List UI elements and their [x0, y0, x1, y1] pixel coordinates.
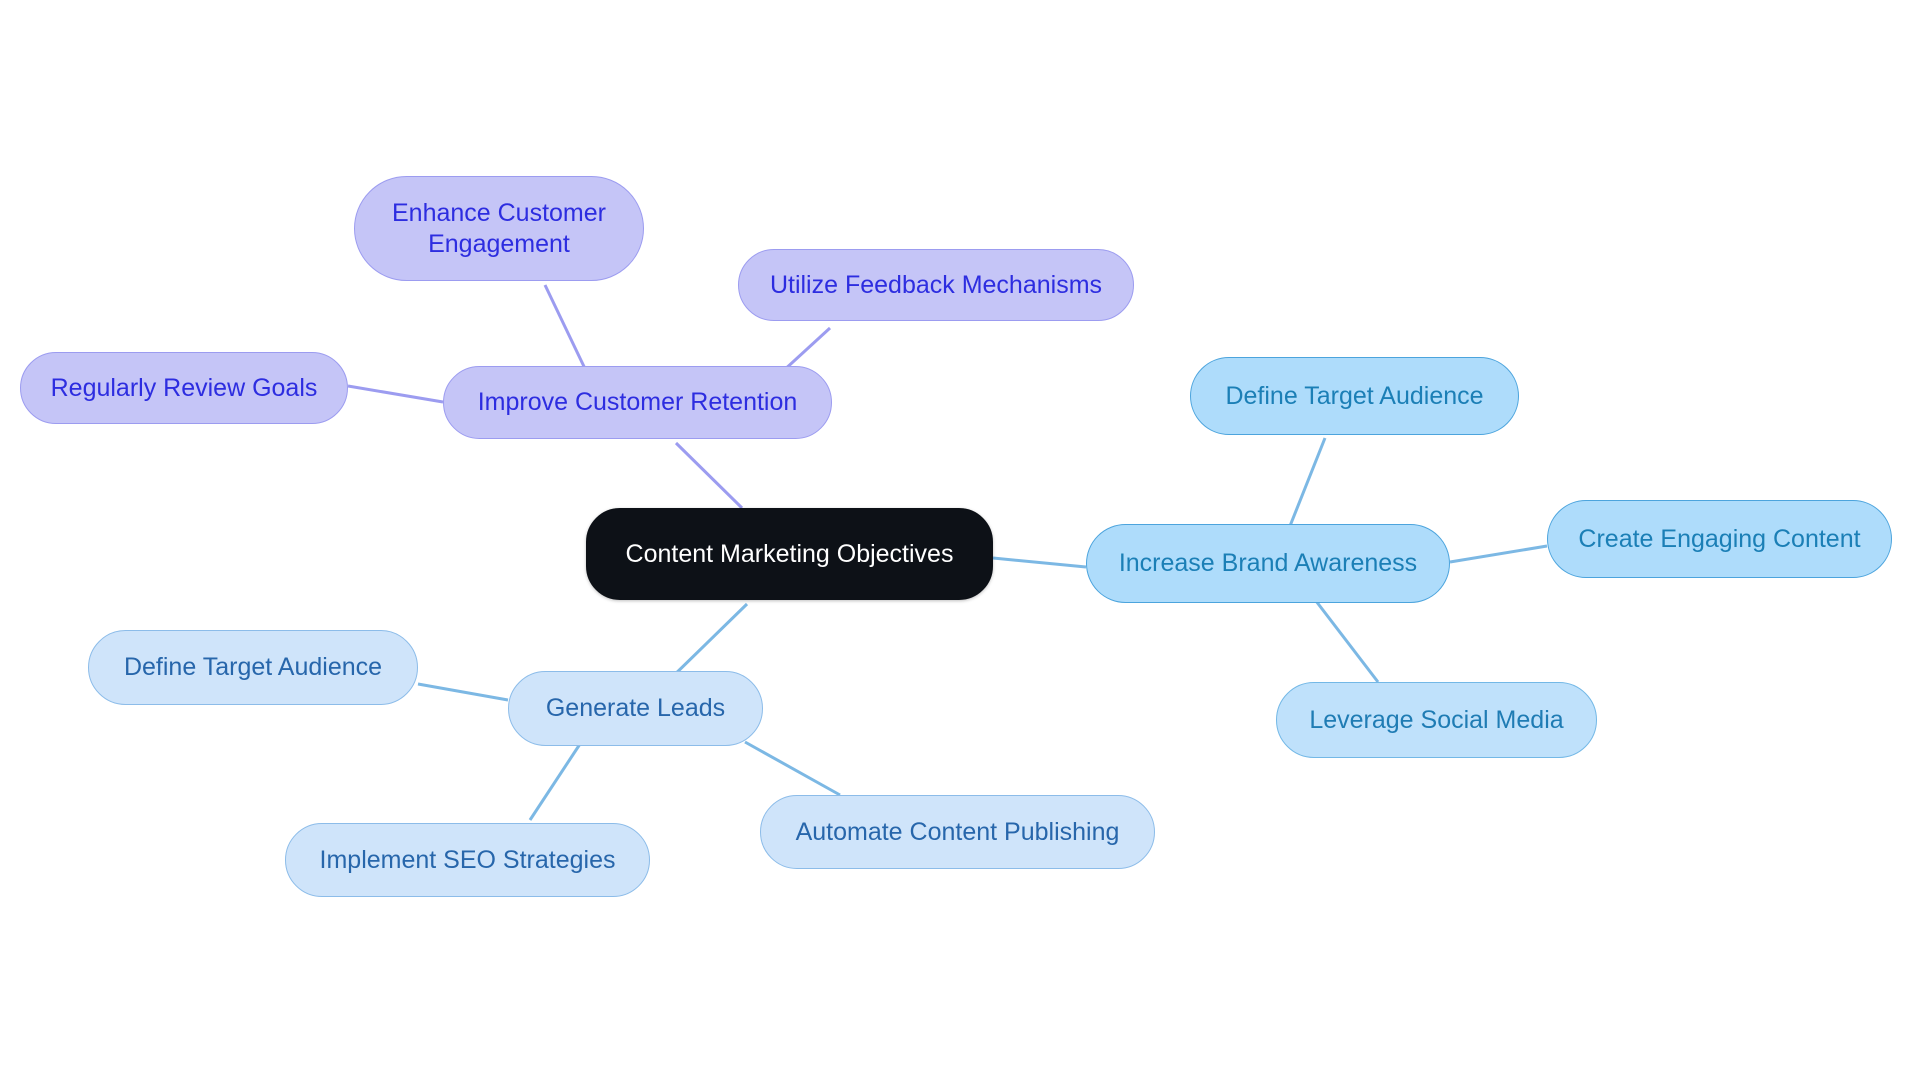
- node-enhance-customer-engagement[interactable]: Enhance Customer Engagement: [354, 176, 644, 281]
- node-label: Content Marketing Objectives: [625, 539, 954, 568]
- edge-brand-awareness-to-engaging-content: [1449, 544, 1548, 564]
- edge-retention-to-review-goals: [347, 384, 444, 404]
- node-automate-content-publishing[interactable]: Automate Content Publishing: [760, 795, 1155, 869]
- node-label: Implement SEO Strategies: [319, 845, 616, 874]
- node-leverage-social-media[interactable]: Leverage Social Media: [1276, 682, 1597, 758]
- node-label: Leverage Social Media: [1309, 705, 1564, 734]
- node-generate-leads[interactable]: Generate Leads: [508, 671, 763, 746]
- node-label: Define Target Audience: [123, 653, 383, 682]
- edge-brand-awareness-to-define-audience: [1286, 437, 1327, 532]
- edge-generate-leads-to-automate-publishing: [744, 740, 841, 797]
- node-define-target-audience-leads[interactable]: Define Target Audience: [88, 630, 418, 705]
- node-label: Enhance Customer Engagement: [391, 199, 606, 258]
- mindmap-canvas: Enhance Customer Engagement Utilize Feed…: [0, 0, 1920, 1083]
- edge-root-to-retention: [674, 441, 744, 510]
- node-root-content-marketing-objectives[interactable]: Content Marketing Objectives: [586, 508, 993, 600]
- edge-generate-leads-to-seo: [528, 743, 582, 821]
- node-label: Regularly Review Goals: [50, 373, 318, 402]
- node-improve-customer-retention[interactable]: Improve Customer Retention: [443, 366, 832, 439]
- node-increase-brand-awareness[interactable]: Increase Brand Awareness: [1086, 524, 1450, 603]
- edge-brand-awareness-to-social-media: [1314, 600, 1380, 683]
- node-define-target-audience-brand[interactable]: Define Target Audience: [1190, 357, 1519, 435]
- edge-generate-leads-to-define-audience: [417, 682, 509, 702]
- node-utilize-feedback-mechanisms[interactable]: Utilize Feedback Mechanisms: [738, 249, 1134, 321]
- node-label: Automate Content Publishing: [795, 817, 1120, 846]
- node-label: Increase Brand Awareness: [1118, 549, 1418, 578]
- node-label: Create Engaging Content: [1578, 524, 1861, 553]
- node-label: Define Target Audience: [1225, 381, 1484, 410]
- node-label: Improve Customer Retention: [477, 388, 798, 417]
- node-label: Utilize Feedback Mechanisms: [769, 270, 1103, 299]
- edge-root-to-brand-awareness: [992, 556, 1087, 569]
- node-implement-seo-strategies[interactable]: Implement SEO Strategies: [285, 823, 650, 897]
- node-label: Generate Leads: [545, 694, 726, 723]
- node-regularly-review-goals[interactable]: Regularly Review Goals: [20, 352, 348, 424]
- node-create-engaging-content[interactable]: Create Engaging Content: [1547, 500, 1892, 578]
